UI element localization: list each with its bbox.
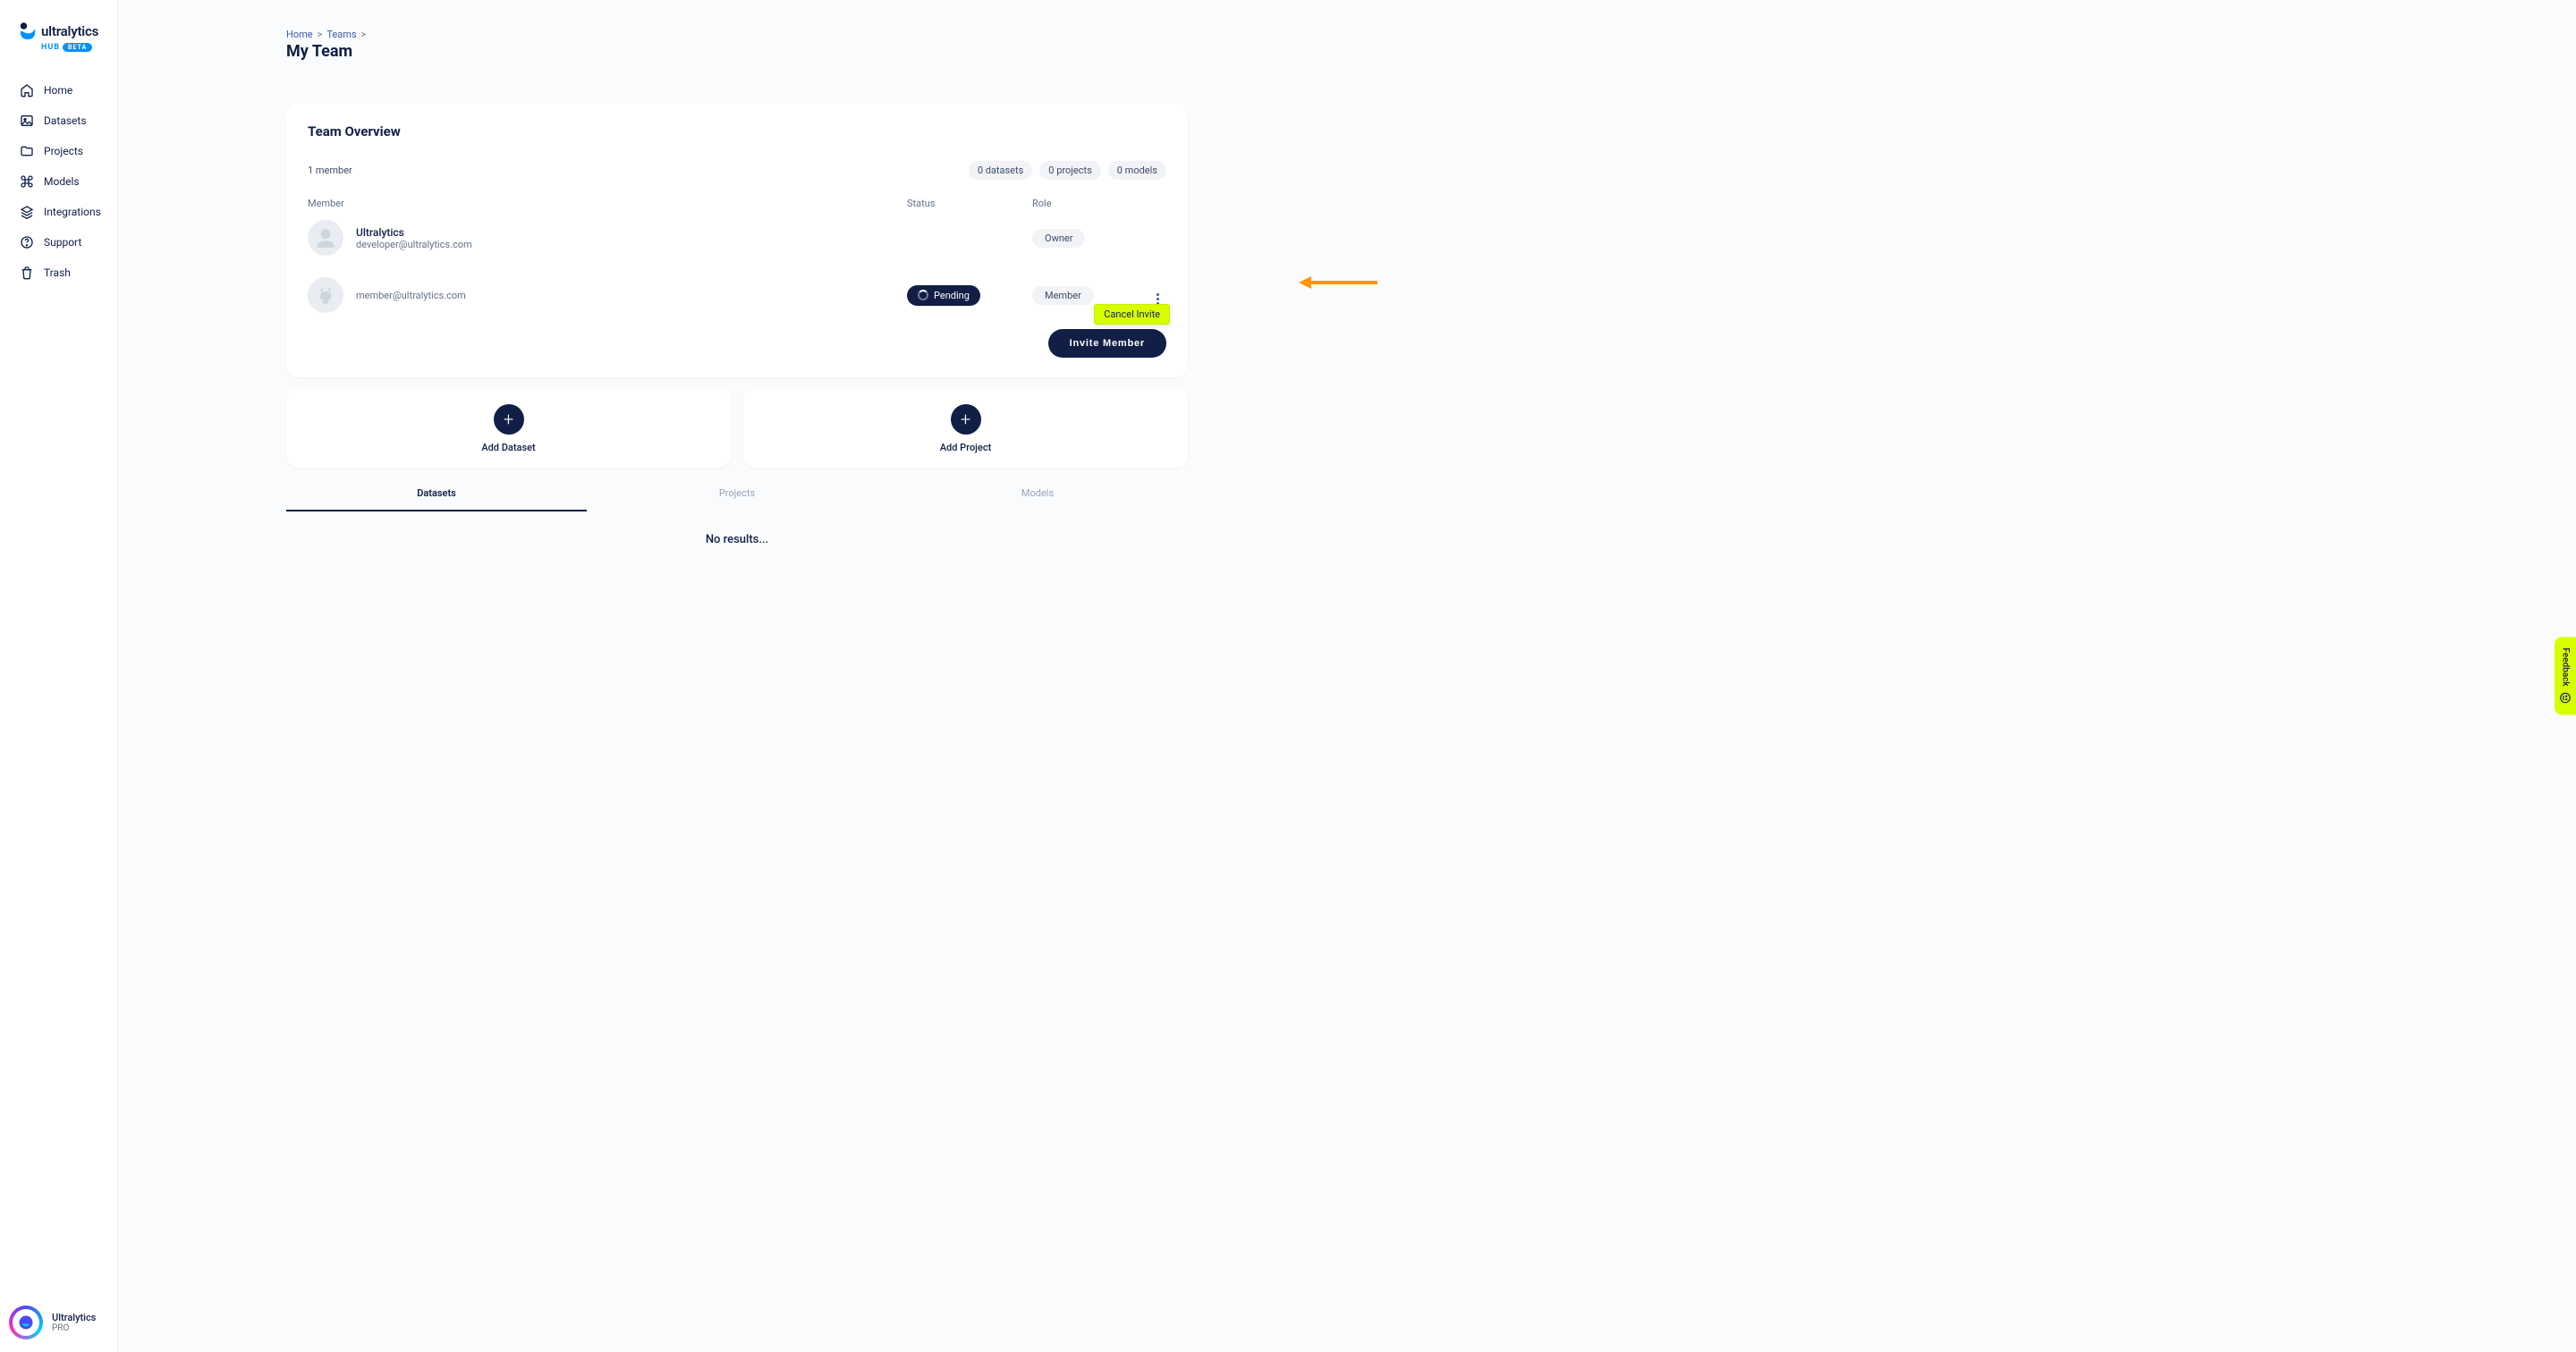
main: Home > Teams > My Team Team Overview 1 m…: [118, 0, 2576, 1352]
smile-icon: [2559, 692, 2572, 705]
nav: Home Datasets Projects Models Integratio…: [0, 75, 117, 288]
breadcrumb: Home > Teams >: [286, 29, 1188, 40]
folder-icon: [20, 144, 34, 158]
invite-member-button[interactable]: Invite Member: [1048, 329, 1166, 358]
role-pill: Member: [1032, 286, 1094, 305]
nav-models[interactable]: Models: [0, 166, 117, 197]
nav-projects[interactable]: Projects: [0, 136, 117, 166]
stat-chips: 0 datasets 0 projects 0 models: [969, 161, 1166, 180]
member-name: Ultralytics: [356, 226, 472, 239]
nav-trash[interactable]: Trash: [0, 258, 117, 288]
brand-name: ultralytics: [41, 23, 98, 39]
member-count: 1 member: [308, 165, 352, 176]
layers-icon: [20, 205, 34, 219]
table-header: Member Status Role: [308, 198, 1166, 209]
user-name: Ultralytics: [52, 1312, 96, 1323]
breadcrumb-home[interactable]: Home: [286, 29, 313, 40]
user-badge[interactable]: Ultralytics PRO: [9, 1306, 96, 1339]
cancel-invite-option[interactable]: Cancel Invite: [1094, 304, 1170, 325]
tab-projects[interactable]: Projects: [587, 477, 887, 511]
role-pill: Owner: [1032, 229, 1085, 248]
table-row: Ultralytics developer@ultralytics.com Ow…: [308, 209, 1166, 266]
add-dataset-card[interactable]: + Add Dataset: [286, 388, 731, 468]
spinner-icon: [918, 290, 928, 300]
chip-datasets: 0 datasets: [969, 161, 1032, 180]
nav-home[interactable]: Home: [0, 75, 117, 106]
command-icon: [20, 174, 34, 189]
no-results-text: No results...: [286, 533, 1188, 546]
member-email: developer@ultralytics.com: [356, 239, 472, 250]
member-avatar: [308, 220, 343, 256]
tab-models[interactable]: Models: [887, 477, 1188, 511]
logo-mark-icon: [20, 21, 36, 41]
nav-datasets[interactable]: Datasets: [0, 106, 117, 136]
member-avatar: [308, 277, 343, 313]
team-overview-card: Team Overview 1 member 0 datasets 0 proj…: [286, 104, 1188, 377]
feedback-tab[interactable]: Feedback: [2555, 637, 2576, 714]
breadcrumb-teams[interactable]: Teams: [326, 29, 356, 40]
content-tabs: Datasets Projects Models: [286, 477, 1188, 511]
table-row: member@ultralytics.com Pending Member Ca…: [308, 266, 1166, 324]
user-plan: PRO: [52, 1323, 96, 1333]
chip-models: 0 models: [1108, 161, 1166, 180]
image-icon: [20, 114, 34, 128]
brand-sub: HUB BETA: [41, 43, 92, 52]
nav-integrations[interactable]: Integrations: [0, 197, 117, 227]
add-project-card[interactable]: + Add Project: [743, 388, 1188, 468]
card-title: Team Overview: [308, 123, 1166, 139]
member-email: member@ultralytics.com: [356, 290, 466, 301]
page-title: My Team: [286, 42, 1188, 61]
plus-icon: +: [494, 404, 524, 435]
arrow-annotation-icon: [1299, 275, 1379, 291]
tab-datasets[interactable]: Datasets: [286, 477, 587, 511]
logo[interactable]: ultralytics HUB BETA: [0, 16, 117, 72]
sidebar: ultralytics HUB BETA Home Datasets Proje…: [0, 0, 118, 1352]
trash-icon: [20, 266, 34, 280]
chip-projects: 0 projects: [1039, 161, 1100, 180]
avatar: [9, 1306, 43, 1339]
status-pending: Pending: [907, 285, 980, 306]
home-icon: [20, 83, 34, 97]
help-icon: [20, 235, 34, 249]
plus-icon: +: [951, 404, 981, 435]
nav-support[interactable]: Support: [0, 227, 117, 258]
